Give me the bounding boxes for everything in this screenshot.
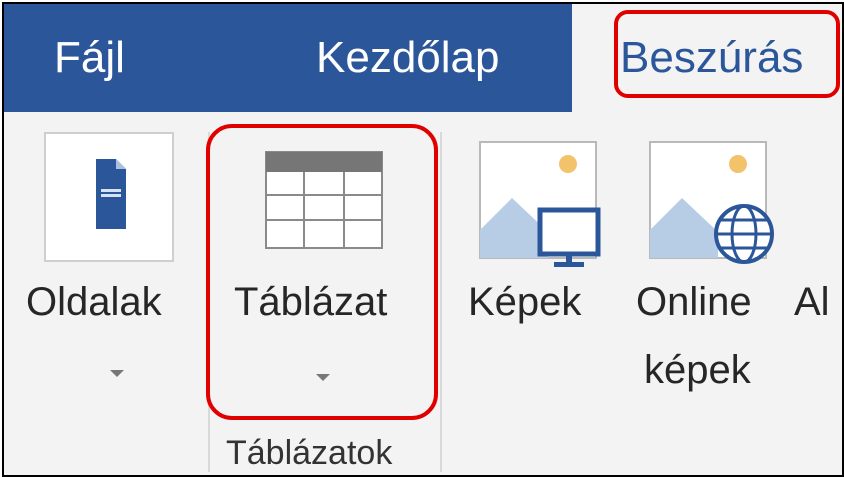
online-pictures-label-line2[interactable]: képek [644,348,751,393]
online-pictures-icon[interactable] [646,140,776,270]
group-label-tables: Táblázatok [226,434,393,472]
tab-home[interactable]: Kezdőlap [316,4,499,112]
pictures-icon[interactable] [476,140,604,270]
group-separator [440,132,442,472]
screenshot-frame: Fájl Kezdőlap Beszúrás Oldalak Táblázat [2,2,844,477]
highlight-insert-tab [614,10,840,98]
highlight-table-button [206,124,438,420]
online-pictures-label-line1[interactable]: Online [636,280,752,325]
pages-button[interactable] [44,132,174,262]
page-icon [96,159,126,229]
partial-next-button-label[interactable]: Al [794,280,830,325]
tab-file[interactable]: Fájl [54,4,125,112]
pictures-label[interactable]: Képek [468,280,581,325]
pages-label: Oldalak [26,280,162,324]
pages-dropdown-caret[interactable] [110,370,124,377]
